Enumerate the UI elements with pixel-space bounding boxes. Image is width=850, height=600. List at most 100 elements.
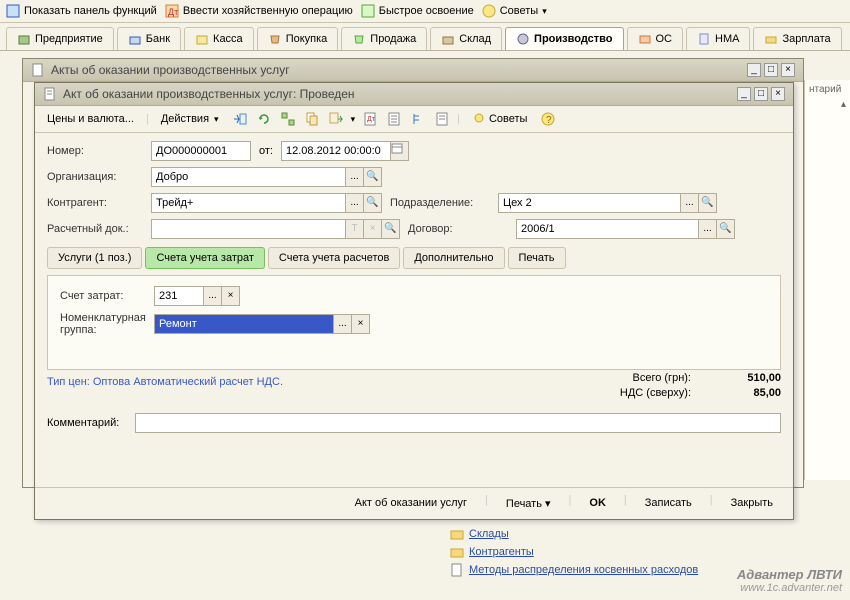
total-value: 510,00 [721,372,781,384]
list-icon[interactable] [385,110,403,128]
select-button[interactable]: ... [346,167,364,187]
copy-icon[interactable] [303,110,321,128]
tab-sale[interactable]: Продажа [341,27,427,50]
lightbulb-icon [472,112,486,126]
refresh-icon[interactable] [255,110,273,128]
lookup-icon[interactable]: 🔍 [699,193,717,213]
save-button[interactable]: Записать [635,494,702,513]
total-label: Всего (грн): [633,372,692,384]
bottom-bar: Акт об оказании услуг | Печать ▾ | OK | … [35,487,793,519]
maximize-button[interactable]: □ [754,87,768,101]
help-icon[interactable]: ? [539,110,557,128]
tab-production[interactable]: Производство [505,27,623,50]
tips-toolbar-button[interactable]: Советы [466,110,533,128]
division-field[interactable]: Цех 2 [498,193,681,213]
tab-enterprise[interactable]: Предприятие [6,27,114,50]
act-button[interactable]: Акт об оказании услуг [345,494,477,513]
list-window-titlebar[interactable]: Акты об оказании производственных услуг … [23,59,803,82]
select-button[interactable]: ... [204,286,222,306]
prices-button[interactable]: Цены и валюта... [41,111,140,127]
tab-label: Зарплата [782,33,830,45]
basedon-icon[interactable] [327,110,345,128]
link-methods[interactable]: Методы распределения косвенных расходов [450,563,698,577]
close-button[interactable]: × [771,87,785,101]
contract-field[interactable]: 2006/1 [516,219,699,239]
post-icon[interactable] [231,110,249,128]
tab-purchase[interactable]: Покупка [257,27,339,50]
lookup-icon[interactable]: 🔍 [717,219,735,239]
account-field[interactable]: 231 [154,286,204,306]
org-field[interactable]: Добро [151,167,346,187]
tab-label: Производство [534,33,612,45]
tab-cost-accounts[interactable]: Счета учета затрат [145,247,264,269]
comment-field[interactable] [135,413,781,433]
tab-nma[interactable]: НМА [686,27,750,50]
chevron-down-icon[interactable]: ▾ [351,114,356,125]
settlement-field[interactable] [151,219,346,239]
tips-button[interactable]: Советы ▾ [482,4,547,18]
quick-button[interactable]: Быстрое освоение [361,4,474,18]
sub-tabs: Услуги (1 поз.) Счета учета затрат Счета… [47,247,781,269]
cash-icon [195,32,209,46]
prices-label: Цены и валюта... [47,113,134,125]
contragent-label: Контрагент: [47,197,143,209]
number-label: Номер: [47,145,143,157]
scroll-up-icon[interactable]: ▴ [841,99,846,110]
contragent-field[interactable]: Трейд+ [151,193,346,213]
tab-cash[interactable]: Касса [184,27,254,50]
minimize-button[interactable]: _ [737,87,751,101]
clear-button[interactable]: × [364,219,382,239]
tab-warehouse[interactable]: Склад [430,27,502,50]
actions-dropdown[interactable]: Действия [155,111,225,127]
ok-button[interactable]: OK [579,494,616,513]
number-field[interactable]: ДО000000001 [151,141,251,161]
close-form-button[interactable]: Закрыть [721,494,783,513]
lookup-icon[interactable]: 🔍 [364,193,382,213]
struct-icon[interactable] [279,110,297,128]
doc-window-title: Акт об оказании производственных услуг: … [63,87,355,101]
tab-label: Склад [459,33,491,45]
lookup-icon[interactable]: 🔍 [364,167,382,187]
select-button[interactable]: ... [699,219,717,239]
settlement-label: Расчетный док.: [47,223,143,235]
maximize-button[interactable]: □ [764,63,778,77]
text-button[interactable]: T [346,219,364,239]
tree-icon[interactable] [409,110,427,128]
date-field[interactable]: 12.08.2012 00:00:0 [281,141,391,161]
tab-additional[interactable]: Дополнительно [403,247,504,269]
enter-op-button[interactable]: Дт Ввести хозяйственную операцию [165,4,353,18]
tab-label: Предприятие [35,33,103,45]
operation-icon: Дт [165,4,179,18]
enterprise-icon [17,32,31,46]
tab-bank[interactable]: Банк [117,27,181,50]
enter-op-label: Ввести хозяйственную операцию [183,5,353,17]
tab-services[interactable]: Услуги (1 поз.) [47,247,142,269]
tab-print[interactable]: Печать [508,247,566,269]
select-button[interactable]: ... [334,314,352,334]
side-links: Склады Контрагенты Методы распределения … [450,527,698,581]
bank-icon [128,32,142,46]
tab-settlement-accounts[interactable]: Счета учета расчетов [268,247,400,269]
doc-window: Акт об оказании производственных услуг: … [34,82,794,520]
tab-salary[interactable]: Зарплата [753,27,841,50]
minimize-button[interactable]: _ [747,63,761,77]
settings-icon[interactable] [433,110,451,128]
clear-button[interactable]: × [222,286,240,306]
select-button[interactable]: ... [346,193,364,213]
quick-icon [361,4,375,18]
clear-button[interactable]: × [352,314,370,334]
purchase-icon [268,32,282,46]
calendar-icon[interactable] [391,141,409,161]
link-warehouses[interactable]: Склады [450,527,698,541]
show-panel-button[interactable]: Показать панель функций [6,4,157,18]
nomgroup-field[interactable]: Ремонт [154,314,334,334]
doc-window-titlebar[interactable]: Акт об оказании производственных услуг: … [35,83,793,106]
report-icon[interactable]: Дт [361,110,379,128]
link-contragents[interactable]: Контрагенты [450,545,698,559]
vat-value: 85,00 [721,387,781,399]
close-button[interactable]: × [781,63,795,77]
select-button[interactable]: ... [681,193,699,213]
lookup-icon[interactable]: 🔍 [382,219,400,239]
print-dropdown[interactable]: Печать ▾ [496,494,561,513]
tab-os[interactable]: ОС [627,27,684,50]
